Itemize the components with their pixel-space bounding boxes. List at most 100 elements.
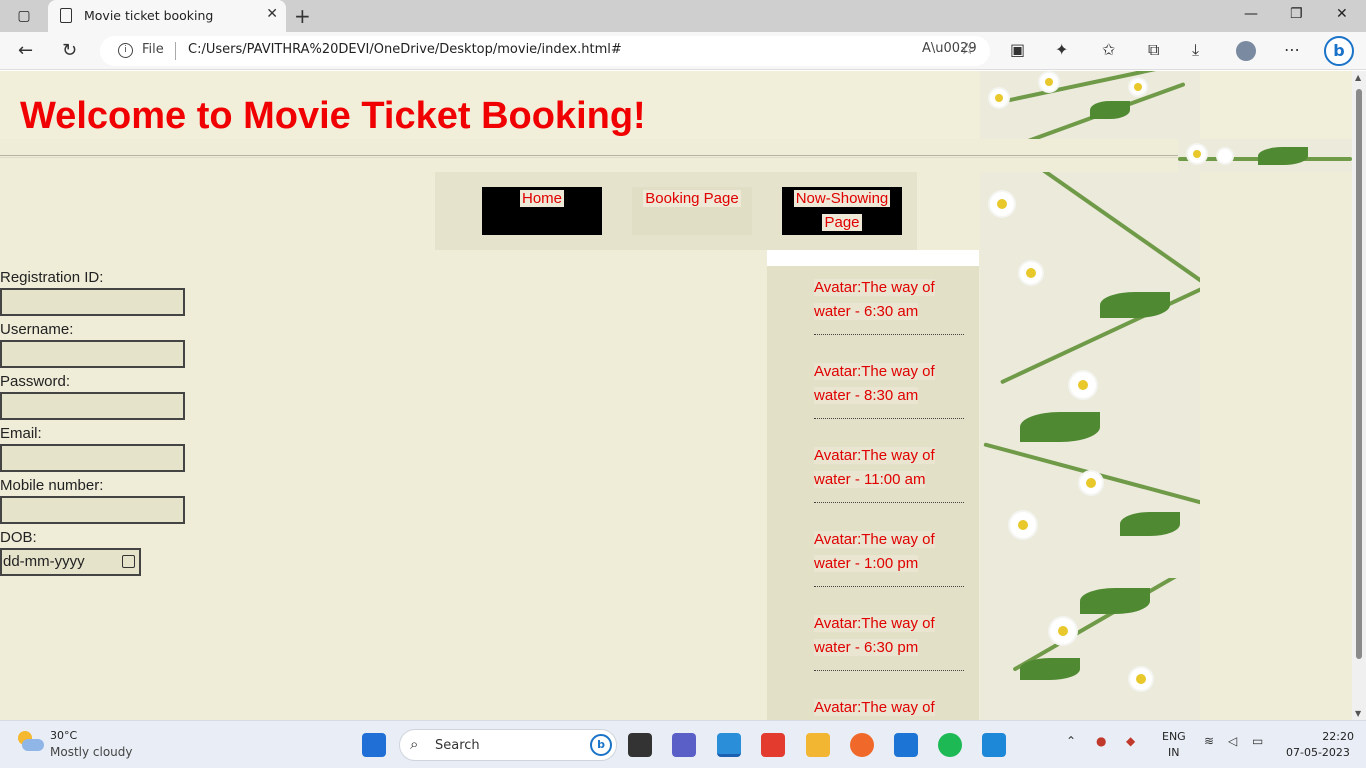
mail-icon[interactable] [894,733,918,757]
new-tab-icon[interactable]: + [294,4,311,28]
browser-toolbar: ← ↻ i File C:/Users/PAVITHRA%20DEVI/OneD… [0,32,1366,70]
dropbox-icon[interactable]: ◆ [1126,734,1135,748]
now-showing-link[interactable]: Now-Showing Page [782,187,902,235]
showtime-item[interactable]: Avatar:The way of [814,696,964,720]
collections-split-icon[interactable]: ▣ [1010,40,1025,59]
showtime-item[interactable]: Avatar:The way of water - 8:30 am [814,360,964,419]
browser-tab[interactable]: Movie ticket booking ✕ [48,0,286,32]
password-input[interactable] [0,392,185,420]
showtime-item[interactable]: Avatar:The way of water - 6:30 am [814,276,964,335]
dob-placeholder: dd-mm-yyyy [3,553,85,570]
tab-title: Movie ticket booking [84,8,214,23]
mobile-number-input[interactable] [0,496,185,524]
add-favorite-icon[interactable]: ☆ [960,39,974,58]
show-hidden-icons[interactable]: ⌃ [1066,734,1076,748]
windows-taskbar: 30°C Mostly cloudy ⌕ Search b ⌃ ● ◆ ENG … [0,720,1366,768]
browser-tab-bar: ▢ Movie ticket booking ✕ + — ❐ ✕ [0,0,1366,32]
showtime-time: water - 6:30 pm [814,639,919,656]
wifi-icon[interactable]: ≋ [1204,734,1214,748]
more-options-icon[interactable]: ⋯ [1284,40,1300,59]
flower-decoration-bottom [980,578,1200,720]
username-input[interactable] [0,340,185,368]
scroll-down-icon[interactable]: ▼ [1355,709,1361,718]
volume-icon[interactable]: ◁ [1228,734,1237,748]
extensions-icon[interactable]: ✦ [1055,40,1068,59]
showtime-title: Avatar:The way of [814,531,935,548]
weather-condition: Mostly cloudy [50,745,133,759]
showtime-time: water - 6:30 am [814,303,919,320]
username-label: Username: [0,321,74,338]
firefox-icon[interactable] [850,733,874,757]
taskbar-search[interactable]: ⌕ Search b [399,729,617,761]
address-scheme: File [142,42,164,57]
language-indicator[interactable]: ENG [1162,730,1186,743]
bing-search-icon[interactable]: b [590,734,612,756]
spotify-icon[interactable] [938,733,962,757]
scroll-up-icon[interactable]: ▲ [1355,73,1361,82]
now-showing-label-1: Now-Showing [793,190,891,207]
flower-decoration [980,71,1200,139]
email-input[interactable] [0,444,185,472]
profile-avatar[interactable] [1236,41,1256,61]
back-icon[interactable]: ← [18,40,33,61]
home-link-label: Home [519,190,564,207]
minimize-icon[interactable]: — [1244,6,1258,22]
showtime-title: Avatar:The way of [814,447,935,464]
wps-office-icon[interactable] [761,733,785,757]
nav-bar: Home Booking Page Now-Showing Page [435,172,917,250]
address-bar[interactable]: i File C:/Users/PAVITHRA%20DEVI/OneDrive… [100,36,990,66]
favorites-icon[interactable]: ✩ [1102,40,1115,59]
showtime-title: Avatar:The way of [814,363,935,380]
page-scrollbar[interactable]: ▲ ▼ [1352,71,1366,720]
showtimes-panel: Avatar:The way of water - 6:30 am Avatar… [767,250,979,720]
page-viewport: Welcome to Movie Ticket Booking! Home Bo… [0,71,1352,720]
header-divider [0,155,1352,156]
scrollbar-thumb[interactable] [1356,89,1362,659]
home-link[interactable]: Home [482,187,602,235]
showtime-title: Avatar:The way of [814,699,935,716]
page-title: Welcome to Movie Ticket Booking! [20,95,646,137]
close-window-icon[interactable]: ✕ [1336,6,1348,22]
booking-page-link[interactable]: Booking Page [632,187,752,235]
taskbar-date[interactable]: 07-05-2023 [1286,746,1350,759]
dob-label: DOB: [0,529,37,546]
showtime-item[interactable]: Avatar:The way of water - 6:30 pm [814,612,964,671]
showtime-title: Avatar:The way of [814,615,935,632]
calendar-icon[interactable] [122,555,135,568]
teams-chat-icon[interactable] [672,733,696,757]
tab-actions-icon[interactable]: ▢ [14,6,34,26]
collections-icon[interactable]: ⧉ [1148,40,1159,60]
close-tab-icon[interactable]: ✕ [266,6,278,22]
password-label: Password: [0,373,71,390]
showtime-title: Avatar:The way of [814,279,935,296]
dob-date-input[interactable]: dd-mm-yyyy [0,548,141,576]
flower-decoration-strip [1178,139,1352,172]
refresh-icon[interactable]: ↻ [62,40,77,61]
showtime-item[interactable]: Avatar:The way of water - 11:00 am [814,444,964,503]
start-icon[interactable] [362,733,386,757]
restore-icon[interactable]: ❐ [1290,6,1303,22]
showtime-item[interactable]: Avatar:The way of water - 1:00 pm [814,528,964,587]
task-view-icon[interactable] [628,733,652,757]
tray-app-icon[interactable]: ● [1096,734,1106,748]
edge-icon[interactable] [717,733,741,757]
registration-form: Registration ID: Username: Password: Ema… [0,268,200,576]
booking-page-label: Booking Page [643,190,741,207]
bing-chat-icon[interactable]: b [1324,36,1354,66]
weather-temperature: 30°C [50,729,78,742]
header-divider-shadow [0,157,1352,158]
info-icon[interactable]: i [118,43,133,58]
battery-icon[interactable]: ▭ [1252,734,1263,748]
address-url[interactable]: C:/Users/PAVITHRA%20DEVI/OneDrive/Deskto… [188,42,622,57]
registration-id-input[interactable] [0,288,185,316]
downloads-icon[interactable]: ⤓ [1192,40,1199,60]
taskbar-time[interactable]: 22:20 [1312,730,1354,743]
now-showing-label-2: Page [822,214,862,231]
page-icon [60,8,72,23]
showtime-time: water - 1:00 pm [814,555,919,572]
weather-icon[interactable] [18,731,44,753]
file-explorer-icon[interactable] [806,733,830,757]
vscode-icon[interactable] [982,733,1006,757]
showtime-time: water - 11:00 am [814,471,926,488]
language-region: IN [1168,746,1180,759]
